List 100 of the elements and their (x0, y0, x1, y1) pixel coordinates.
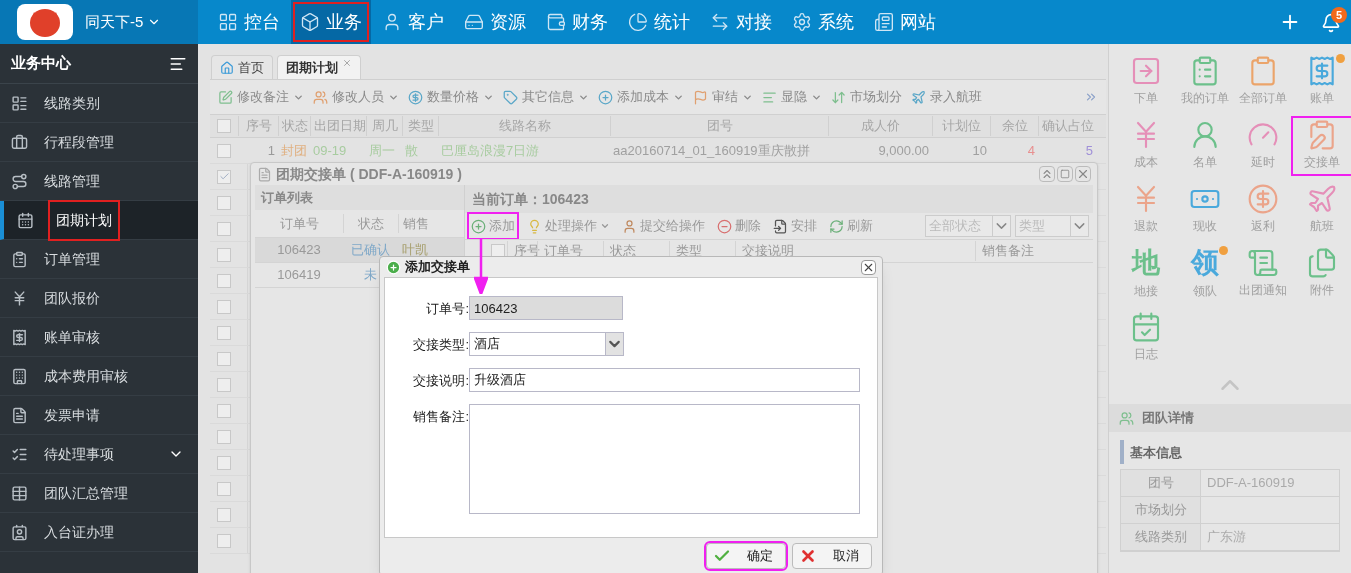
checkbox[interactable] (217, 273, 231, 288)
cancel-button[interactable]: 取消 (792, 543, 872, 569)
checkbox[interactable] (217, 455, 231, 470)
bell-icon[interactable] (1321, 13, 1341, 33)
column-header[interactable]: 订单号 (255, 213, 343, 234)
checkbox[interactable] (217, 481, 231, 496)
annotation-arrow (474, 238, 488, 294)
quick-action[interactable]: 延时 (1234, 118, 1292, 174)
quick-action[interactable]: 名单 (1175, 118, 1234, 174)
toolbar-button[interactable]: 修改备注 (218, 87, 304, 107)
toolbar-button[interactable]: 数量价格 (408, 87, 494, 107)
toolbar-button[interactable]: 删除 (715, 214, 763, 238)
toolbar-button[interactable]: 市场划分 (831, 87, 902, 107)
column-header[interactable]: 状态 (343, 213, 398, 234)
column-header[interactable]: 销售备注 (975, 241, 1085, 261)
nav-tab[interactable]: 业务 (291, 0, 371, 44)
quick-action[interactable]: 账单 (1292, 54, 1351, 110)
checkbox[interactable] (217, 377, 231, 392)
nav-tab[interactable]: 控台 (209, 0, 289, 44)
quick-action[interactable]: 交接单 (1292, 118, 1351, 174)
notes-field[interactable] (469, 404, 860, 514)
toolbar-button[interactable]: 添加 (469, 214, 517, 238)
calendar-icon (17, 211, 34, 229)
checkbox[interactable] (217, 429, 231, 444)
column-header[interactable]: 线路名称 (438, 116, 610, 136)
nav-tab[interactable]: 财务 (537, 0, 617, 44)
detail-label: 团号 (1121, 470, 1201, 496)
nav-tab[interactable]: 系统 (783, 0, 863, 44)
coin-icon (408, 89, 423, 105)
checkbox[interactable] (217, 507, 231, 522)
flag-icon (693, 89, 708, 105)
table-cell-text: 09-19 (312, 141, 348, 160)
page-tab[interactable]: 首页 (211, 55, 273, 79)
quick-action[interactable]: 日志 (1117, 310, 1175, 366)
quick-action[interactable]: 我的订单 (1175, 54, 1234, 110)
quick-action[interactable]: 领 领队 (1175, 246, 1234, 302)
sidebar-item[interactable]: 团期计划 (0, 201, 198, 240)
toolbar-button[interactable]: 显隐 (762, 87, 822, 107)
quick-action[interactable]: 出团通知 (1234, 246, 1292, 302)
list-icon (11, 94, 28, 112)
toolbar-button[interactable]: 刷新 (827, 214, 875, 238)
field-label: 交接类型: (412, 336, 469, 354)
checkbox[interactable] (217, 533, 231, 548)
checkbox[interactable] (217, 247, 231, 262)
receipt-icon (11, 328, 28, 346)
plus-icon (471, 218, 486, 234)
table-cell-text: 4 (1026, 141, 1036, 160)
toolbar-button[interactable]: 修改人员 (313, 87, 399, 107)
maximize-icon[interactable] (1057, 166, 1073, 182)
quick-action[interactable]: 附件 (1292, 246, 1351, 302)
text-field[interactable]: 升级酒店 (469, 368, 860, 392)
quick-action[interactable]: 全部订单 (1234, 54, 1292, 110)
toolbar-button[interactable]: 其它信息 (503, 87, 589, 107)
checkbox[interactable] (217, 195, 231, 210)
checkbox[interactable] (217, 325, 231, 340)
toolbar-button[interactable]: 审结 (693, 87, 753, 107)
checkbox[interactable] (217, 119, 231, 133)
column-header[interactable]: 余位 (990, 116, 1038, 136)
current-order: 当前订单：106423 (472, 189, 589, 209)
quick-action[interactable]: 现收 (1175, 182, 1234, 238)
toolbar-button[interactable]: 处理操作 (525, 214, 612, 238)
field-label: 交接说明: (412, 372, 469, 390)
nav-tab[interactable]: 网站 (865, 0, 945, 44)
panel-title: 订单列表 (261, 188, 313, 207)
quick-action[interactable]: 下单 (1117, 54, 1175, 110)
quick-action[interactable]: 返利 (1234, 182, 1292, 238)
column-header[interactable]: 销售 (398, 213, 458, 234)
checkbox[interactable] (217, 299, 231, 314)
tag-icon (503, 89, 518, 105)
refresh-icon (829, 218, 844, 234)
checkbox[interactable] (217, 221, 231, 236)
quick-action[interactable]: 航班 (1292, 182, 1351, 238)
column-header[interactable]: 成人价 (828, 116, 932, 136)
column-header[interactable]: 计划位 (932, 116, 990, 136)
field-label: 销售备注: (412, 408, 469, 426)
toolbar-button[interactable]: 提交给操作 (620, 214, 707, 238)
notification-badge: 5 (1331, 7, 1347, 23)
table-cell-text: 10 (971, 141, 988, 160)
checkbox[interactable] (217, 169, 231, 184)
select-field[interactable]: 酒店 (469, 332, 624, 356)
toolbar-button[interactable]: 录入航班 (911, 87, 982, 107)
close-icon[interactable] (861, 259, 876, 275)
more-icon[interactable] (1084, 90, 1098, 104)
nav-tab[interactable]: 客户 (373, 0, 453, 44)
quick-action[interactable]: 成本 (1117, 118, 1175, 174)
checkbox[interactable] (217, 403, 231, 418)
checkbox[interactable] (217, 351, 231, 366)
nav-tab[interactable]: 统计 (619, 0, 699, 44)
quick-action[interactable]: 退款 (1117, 182, 1175, 238)
page-tab[interactable]: 团期计划 (277, 55, 361, 79)
column-header[interactable]: 周几 (366, 116, 402, 136)
logo[interactable] (17, 4, 73, 40)
confirm-button[interactable]: 确定 (706, 543, 786, 569)
nav-tab[interactable]: 资源 (455, 0, 535, 44)
caret-icon (605, 333, 623, 355)
toolbar-button[interactable]: 添加成本 (598, 87, 684, 107)
nav-tab[interactable]: 对接 (701, 0, 781, 44)
toolbar-button[interactable]: 安排 (771, 214, 819, 238)
quick-action[interactable]: 地 地接 (1117, 246, 1175, 302)
checkbox[interactable] (217, 143, 231, 158)
